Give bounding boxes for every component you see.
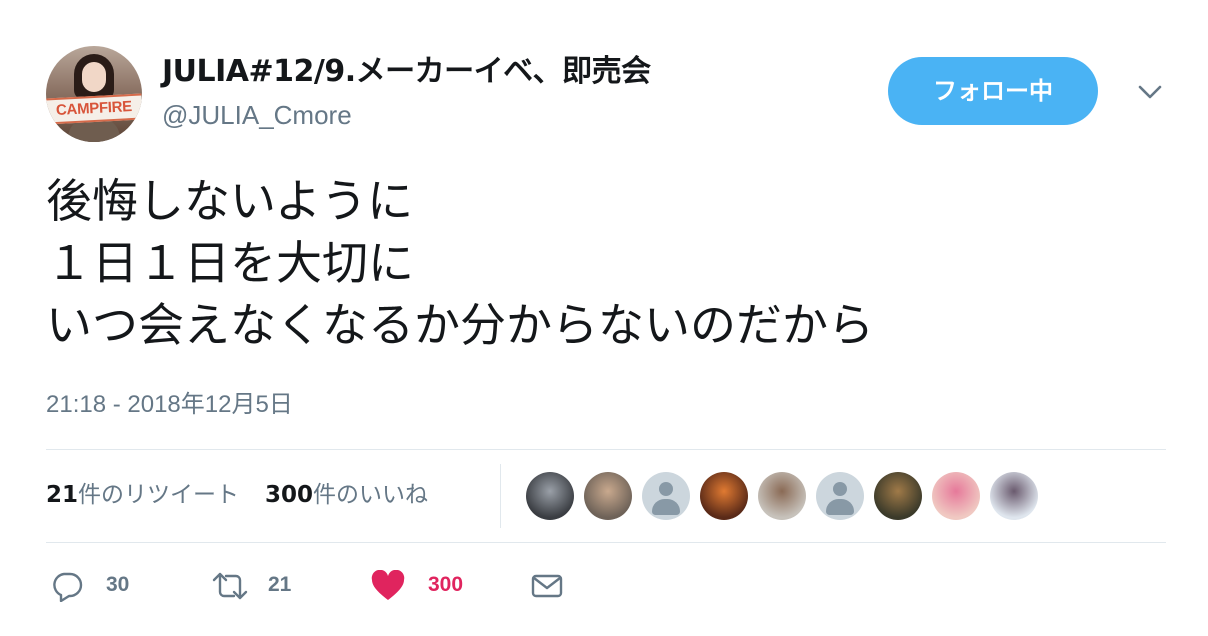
avatar-sign-logo: CAMPFIRE bbox=[46, 93, 142, 125]
following-button[interactable]: フォロー中 bbox=[888, 57, 1098, 125]
retweet-count: 21 bbox=[268, 573, 292, 596]
tweet-timestamp[interactable]: 21:18 - 2018年12月5日 bbox=[46, 388, 293, 422]
retweet-icon bbox=[212, 572, 248, 600]
display-name[interactable]: JULIA#12/9.メーカーイベ、即売会 bbox=[162, 52, 651, 92]
reply-icon bbox=[53, 572, 83, 602]
user-handle[interactable]: @JULIA_Cmore bbox=[162, 98, 352, 132]
default-avatar-shoulders bbox=[826, 499, 854, 515]
tweet-text-line: 後悔しないように bbox=[46, 174, 414, 228]
retweet-button[interactable]: 21 bbox=[210, 566, 310, 606]
liker-avatar-anime[interactable] bbox=[990, 472, 1038, 520]
user-avatar[interactable]: CAMPFIRE bbox=[46, 46, 142, 142]
tweet-stats: 21件のリツイート 300件のいいね bbox=[46, 478, 454, 512]
retweets-label: 件のリツイート bbox=[78, 482, 240, 508]
divider bbox=[46, 449, 1166, 450]
liker-avatar-art[interactable] bbox=[874, 472, 922, 520]
liker-avatar-woman[interactable] bbox=[932, 472, 980, 520]
liker-avatar-group[interactable] bbox=[584, 472, 632, 520]
divider bbox=[46, 542, 1166, 543]
direct-message-button[interactable] bbox=[530, 566, 570, 606]
retweets-count: 21 bbox=[46, 482, 79, 508]
stats-separator bbox=[500, 464, 501, 528]
liker-avatars bbox=[526, 472, 1048, 520]
default-avatar-head bbox=[659, 482, 673, 496]
like-button[interactable]: 300 bbox=[370, 566, 480, 606]
likes-label: 件のいいね bbox=[313, 482, 429, 508]
tweet-text-line: １日１日を大切に bbox=[46, 236, 414, 290]
reply-button[interactable]: 30 bbox=[50, 566, 140, 606]
retweets-stat[interactable]: 21件のリツイート bbox=[46, 478, 239, 512]
heart-icon bbox=[371, 570, 405, 600]
tweet-text-line: いつ会えなくなるか分からないのだから bbox=[46, 298, 874, 352]
liker-avatar-man[interactable] bbox=[758, 472, 806, 520]
likes-stat[interactable]: 300件のいいね bbox=[265, 478, 428, 512]
avatar-face bbox=[82, 62, 106, 92]
reply-count: 30 bbox=[106, 573, 130, 596]
liker-avatar-default-2[interactable] bbox=[816, 472, 864, 520]
tweet-text: 後悔しないように １日１日を大切に いつ会えなくなるか分からないのだから bbox=[46, 170, 874, 356]
envelope-icon bbox=[531, 574, 563, 598]
like-count: 300 bbox=[428, 573, 464, 596]
tweet-card: CAMPFIRE JULIA#12/9.メーカーイベ、即売会 @JULIA_Cm… bbox=[0, 0, 1208, 636]
liker-avatar-car[interactable] bbox=[526, 472, 574, 520]
liker-avatar-default[interactable] bbox=[642, 472, 690, 520]
chevron-down-icon[interactable] bbox=[1136, 80, 1164, 104]
likes-count: 300 bbox=[265, 482, 314, 508]
default-avatar-shoulders bbox=[652, 499, 680, 515]
liker-avatar-donut[interactable] bbox=[700, 472, 748, 520]
default-avatar-head bbox=[833, 482, 847, 496]
